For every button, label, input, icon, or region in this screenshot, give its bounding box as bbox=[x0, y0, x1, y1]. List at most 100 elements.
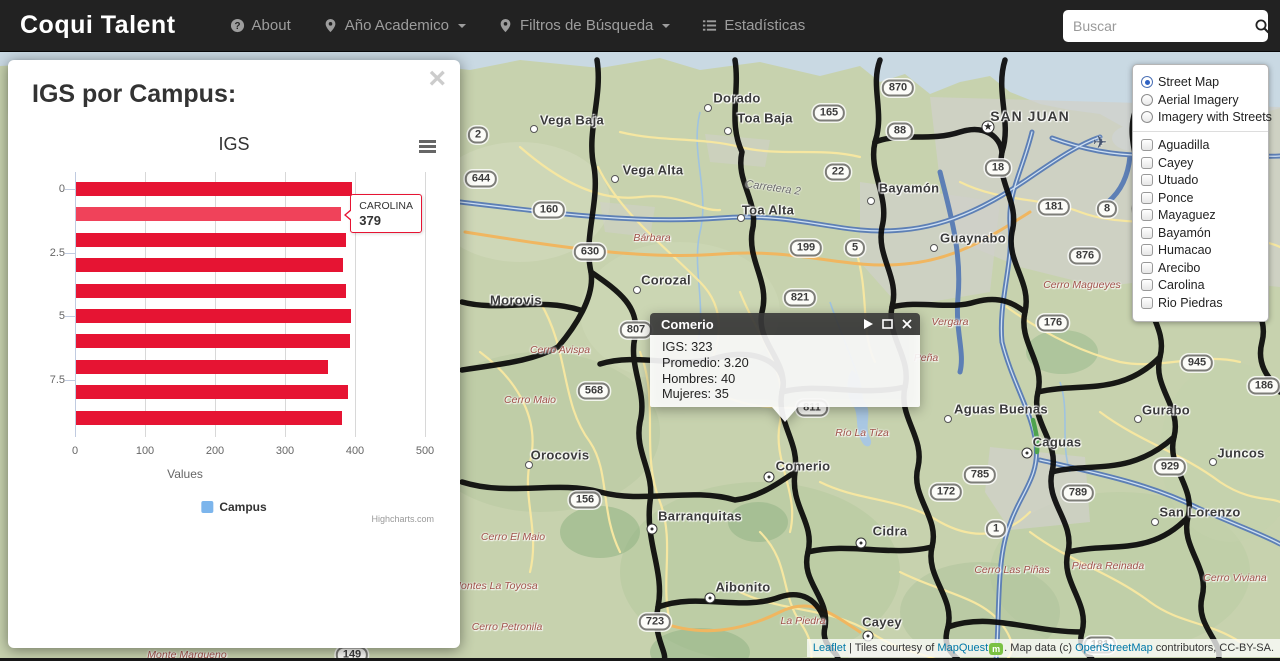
popup-maximize-icon[interactable] bbox=[882, 319, 893, 329]
search-input[interactable] bbox=[1073, 17, 1254, 34]
brand-logo[interactable]: Coqui Talent bbox=[20, 11, 176, 40]
town-label-caguas: Caguas bbox=[1032, 434, 1082, 450]
checkbox-unchecked[interactable] bbox=[1141, 261, 1153, 274]
town-label-guaynabo: Guaynabo bbox=[940, 230, 1006, 246]
overlay-layer-utuado[interactable]: Utuado bbox=[1141, 173, 1260, 188]
overlay-layer-mayaguez[interactable]: Mayaguez bbox=[1141, 208, 1260, 223]
checkbox-unchecked[interactable] bbox=[1141, 139, 1153, 151]
town-marker-aibonito bbox=[704, 592, 716, 604]
chart-bar-3[interactable] bbox=[76, 258, 344, 273]
tooltip-value: 379 bbox=[359, 213, 381, 229]
chart-bar-9[interactable] bbox=[76, 410, 342, 425]
minor-label-cerro-el-maio: Cerro El Maio bbox=[480, 531, 546, 543]
base-layer-label: Imagery with Streets bbox=[1158, 110, 1272, 124]
nav-item-about[interactable]: ? About bbox=[214, 0, 307, 52]
route-shield-723: 723 bbox=[638, 613, 672, 631]
popup-tail bbox=[772, 407, 798, 423]
chart-tooltip: CAROLINA 379 bbox=[344, 194, 422, 234]
overlay-layer-label: Arecibo bbox=[1158, 260, 1201, 275]
y-axis-tick-label: 0 bbox=[58, 183, 65, 195]
chart-bar-8[interactable] bbox=[76, 385, 349, 400]
map-attribution: Leaflet | Tiles courtesy of MapQuest m. M… bbox=[806, 639, 1280, 657]
osm-link[interactable]: OpenStreetMap bbox=[1075, 642, 1153, 654]
town-label-cidra: Cidra bbox=[872, 523, 908, 539]
popup-title-bar: Comerio bbox=[650, 313, 920, 335]
base-layer-imagery-with-streets[interactable]: Imagery with Streets bbox=[1141, 110, 1272, 125]
question-icon: ? bbox=[230, 18, 245, 33]
tooltip-category: CAROLINA bbox=[359, 200, 413, 213]
overlay-layer-arecibo[interactable]: Arecibo bbox=[1141, 260, 1260, 275]
panel-close-button[interactable]: × bbox=[428, 64, 446, 94]
minor-label-cerro-petronila: Cerro Petronila bbox=[471, 621, 543, 633]
route-shield-156: 156 bbox=[568, 491, 602, 509]
town-label-corozal: Corozal bbox=[641, 272, 691, 288]
minor-label-vergara: Vergara bbox=[931, 316, 969, 328]
radio-unselected[interactable] bbox=[1141, 111, 1153, 123]
mapquest-link[interactable]: MapQuest bbox=[937, 642, 988, 654]
town-marker-orocovis bbox=[525, 461, 533, 469]
overlay-layer-ponce[interactable]: Ponce bbox=[1141, 190, 1260, 205]
route-shield-160: 160 bbox=[532, 201, 566, 219]
town-marker-guaynabo bbox=[930, 244, 938, 252]
chart-menu-icon[interactable] bbox=[419, 140, 436, 155]
chart-bar-4[interactable] bbox=[76, 283, 347, 298]
popup-stat-line: Hombres: 40 bbox=[662, 370, 736, 386]
overlay-layer-carolina[interactable]: Carolina bbox=[1141, 278, 1260, 293]
town-label-vega-alta: Vega Alta bbox=[622, 162, 684, 178]
x-axis-tick-label: 500 bbox=[415, 445, 435, 457]
checkbox-unchecked[interactable] bbox=[1141, 244, 1153, 256]
popup-title: Comerio bbox=[661, 316, 714, 332]
nav-item-label: About bbox=[251, 17, 291, 34]
town-label-bayamo-n: Bayamón bbox=[878, 180, 940, 196]
minor-label-ba-rbara: Bárbara bbox=[633, 232, 671, 244]
chart-bar-6[interactable] bbox=[76, 334, 351, 349]
route-shield-186: 186 bbox=[1247, 377, 1280, 395]
route-shield-876: 876 bbox=[1068, 247, 1102, 265]
overlay-layer-aguadilla[interactable]: Aguadilla bbox=[1141, 138, 1260, 153]
base-layer-street-map[interactable]: Street Map bbox=[1141, 75, 1260, 90]
checkbox-unchecked[interactable] bbox=[1141, 174, 1153, 186]
overlay-layer-cayey[interactable]: Cayey bbox=[1141, 155, 1260, 170]
checkbox-unchecked[interactable] bbox=[1141, 156, 1153, 169]
radio-selected[interactable] bbox=[1141, 76, 1153, 88]
leaflet-link[interactable]: Leaflet bbox=[813, 642, 846, 654]
overlay-layer-label: Mayaguez bbox=[1158, 208, 1216, 222]
checkbox-unchecked[interactable] bbox=[1141, 296, 1153, 309]
caret-down-icon bbox=[662, 23, 671, 28]
overlay-layer-bayamo-n[interactable]: Bayamón bbox=[1141, 225, 1260, 240]
checkbox-unchecked[interactable] bbox=[1141, 209, 1153, 221]
nav-item-label: Filtros de Búsqueda bbox=[519, 17, 654, 34]
chart-bar-1[interactable] bbox=[76, 207, 342, 222]
route-shield-2: 2 bbox=[467, 126, 489, 144]
mapquest-logo: m bbox=[989, 643, 1004, 655]
nav-item-an-o-academico[interactable]: Año Academico bbox=[307, 0, 482, 52]
y-axis-tick-label: 7.5 bbox=[49, 373, 65, 386]
overlay-layer-rio-piedras[interactable]: Rio Piedras bbox=[1141, 295, 1260, 310]
route-shield-5: 5 bbox=[844, 239, 866, 257]
nav-item-estadi-sticas[interactable]: Estadísticas bbox=[686, 0, 821, 52]
attribution-mapdata-text: . Map data (c) bbox=[1004, 642, 1076, 654]
route-shield-18: 18 bbox=[984, 159, 1012, 177]
checkbox-unchecked[interactable] bbox=[1141, 226, 1153, 239]
chart-bar-2[interactable] bbox=[76, 232, 347, 247]
chart-bar-0[interactable] bbox=[76, 182, 352, 196]
base-layer-label: Street Map bbox=[1158, 75, 1220, 89]
chart-legend[interactable]: Campus bbox=[201, 500, 267, 514]
route-shield-199: 199 bbox=[789, 239, 823, 257]
nav-item-filtros-de-bu-squeda[interactable]: Filtros de Búsqueda bbox=[482, 0, 686, 52]
map-marker-icon bbox=[323, 18, 338, 33]
base-layer-aerial-imagery[interactable]: Aerial Imagery bbox=[1141, 92, 1260, 107]
chart-bar-7[interactable] bbox=[76, 359, 328, 374]
checkbox-unchecked[interactable] bbox=[1141, 191, 1153, 204]
navbar: Coqui Talent ? About Año Academico Filtros … bbox=[0, 0, 1280, 52]
town-marker-corozal bbox=[633, 286, 641, 294]
radio-unselected[interactable] bbox=[1141, 93, 1153, 106]
popup-close-icon[interactable] bbox=[902, 319, 912, 329]
search-icon[interactable] bbox=[1254, 18, 1270, 34]
checkbox-unchecked[interactable] bbox=[1141, 279, 1153, 291]
popup-play-icon[interactable] bbox=[864, 319, 873, 329]
overlay-layer-humacao[interactable]: Humacao bbox=[1141, 243, 1260, 258]
overlay-layer-label: Carolina bbox=[1158, 278, 1205, 292]
chart-bar-5[interactable] bbox=[76, 309, 352, 323]
attribution-tiles-text: Tiles courtesy of bbox=[854, 642, 938, 654]
